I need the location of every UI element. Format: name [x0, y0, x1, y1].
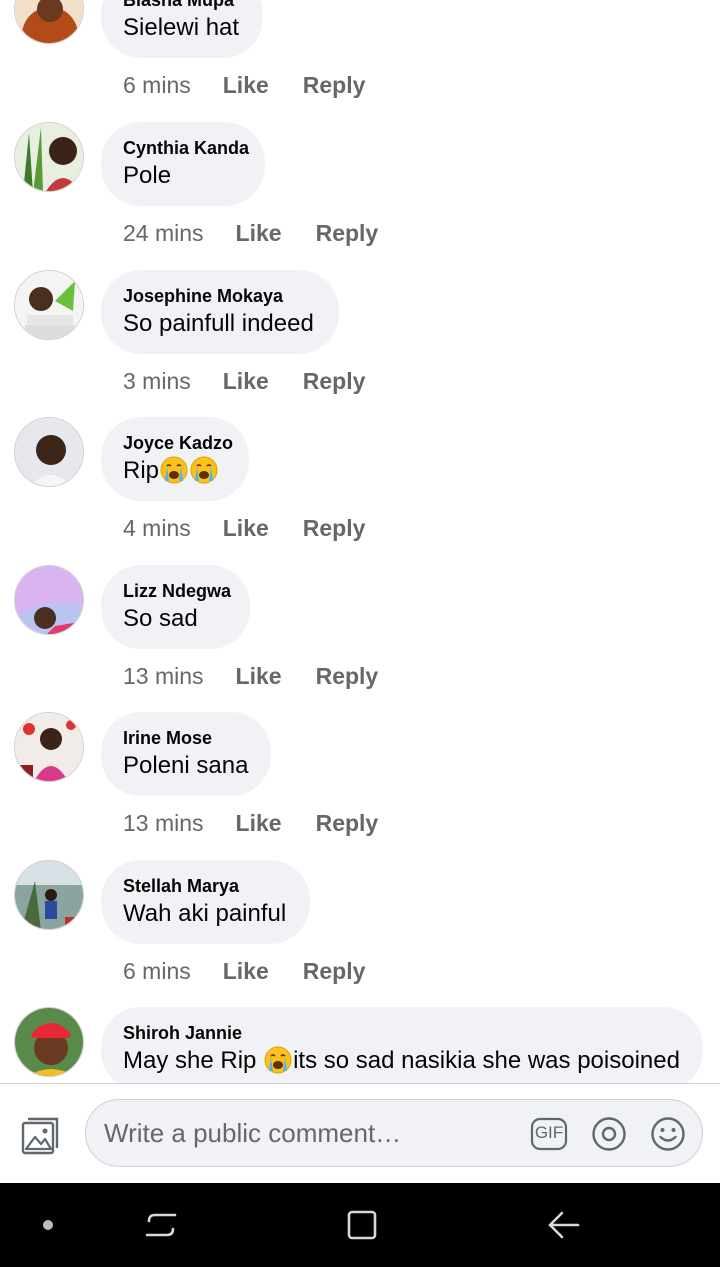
comment-meta: 13 mins Like Reply	[123, 810, 378, 837]
comment-text: Sielewi hat	[123, 14, 240, 41]
avatar[interactable]	[14, 1007, 84, 1077]
comment-text-part: May she Rip	[123, 1047, 264, 1074]
commenter-name[interactable]: Cynthia Kanda	[123, 138, 249, 159]
reply-button[interactable]: Reply	[316, 663, 379, 690]
comment-meta: 4 mins Like Reply	[123, 515, 365, 542]
comment-time[interactable]: 6 mins	[123, 72, 191, 99]
comment-time[interactable]: 24 mins	[123, 220, 204, 247]
comment-text: Pole	[123, 162, 172, 189]
recent-apps-icon[interactable]	[143, 1207, 179, 1243]
comment-bubble[interactable]: Biasha Mupa Sielewi hat	[101, 0, 263, 58]
reply-button[interactable]: Reply	[303, 72, 366, 99]
avatar[interactable]	[14, 565, 84, 635]
comment-meta: 6 mins Like Reply	[123, 958, 365, 985]
comment-time[interactable]: 3 mins	[123, 368, 191, 395]
like-button[interactable]: Like	[223, 958, 269, 985]
reply-button[interactable]: Reply	[303, 958, 366, 985]
android-navigation-bar	[0, 1183, 720, 1267]
comment-time[interactable]: 13 mins	[123, 663, 204, 690]
commenter-name[interactable]: Stellah Marya	[123, 876, 239, 897]
like-button[interactable]: Like	[223, 368, 269, 395]
comment-text-label: Rip	[123, 457, 160, 484]
avatar[interactable]	[14, 122, 84, 192]
comment-text: Wah aki painful	[123, 900, 287, 927]
crying-face-icon	[263, 1045, 293, 1075]
commenter-name[interactable]: Biasha Mupa	[123, 0, 234, 11]
comments-list: Biasha Mupa Sielewi hat 6 mins Like Reply …	[0, 0, 720, 1084]
reply-button[interactable]: Reply	[303, 368, 366, 395]
comment-text: May she Rip its so sad nasikia she was p…	[123, 1047, 680, 1075]
home-icon[interactable]	[344, 1207, 380, 1243]
comment-composer: GIF	[0, 1083, 720, 1183]
comment-bubble[interactable]: Joyce Kadzo Rip	[101, 417, 249, 501]
back-icon[interactable]	[546, 1207, 582, 1243]
comment-input-container[interactable]: GIF	[85, 1099, 703, 1167]
reply-button[interactable]: Reply	[316, 220, 379, 247]
comment-meta: 13 mins Like Reply	[123, 663, 378, 690]
comment-meta: 3 mins Like Reply	[123, 368, 365, 395]
like-button[interactable]: Like	[236, 663, 282, 690]
avatar[interactable]	[14, 712, 84, 782]
commenter-name[interactable]: Lizz Ndegwa	[123, 581, 231, 602]
comment-bubble[interactable]: Cynthia Kanda Pole	[101, 122, 265, 206]
avatar[interactable]	[14, 0, 84, 44]
comment-meta: 24 mins Like Reply	[123, 220, 378, 247]
reply-button[interactable]: Reply	[303, 515, 366, 542]
comment-text: Rip	[123, 457, 219, 485]
avatar[interactable]	[14, 860, 84, 930]
gif-label: GIF	[534, 1123, 564, 1142]
comment-time[interactable]: 4 mins	[123, 515, 191, 542]
gif-icon[interactable]: GIF	[530, 1115, 568, 1153]
comment-text-part: its so sad nasikia she was poisoined	[293, 1047, 680, 1074]
avatar[interactable]	[14, 270, 84, 340]
comment-meta: 6 mins Like Reply	[123, 72, 365, 99]
comment-input[interactable]	[104, 1100, 514, 1166]
comment-text: Poleni sana	[123, 752, 249, 779]
crying-face-icon	[159, 455, 189, 485]
comment-bubble[interactable]: Lizz Ndegwa So sad	[101, 565, 250, 649]
like-button[interactable]: Like	[223, 515, 269, 542]
dot-icon[interactable]	[30, 1207, 66, 1243]
like-button[interactable]: Like	[223, 72, 269, 99]
mention-icon[interactable]	[590, 1115, 628, 1153]
photo-icon[interactable]	[20, 1116, 60, 1156]
comment-bubble[interactable]: Stellah Marya Wah aki painful	[101, 860, 310, 944]
comment-time[interactable]: 6 mins	[123, 958, 191, 985]
like-button[interactable]: Like	[236, 220, 282, 247]
commenter-name[interactable]: Irine Mose	[123, 728, 212, 749]
commenter-name[interactable]: Joyce Kadzo	[123, 433, 233, 454]
avatar[interactable]	[14, 417, 84, 487]
comment-text: So sad	[123, 605, 198, 632]
crying-face-icon	[189, 455, 219, 485]
comment-bubble[interactable]: Josephine Mokaya So painfull indeed	[101, 270, 339, 354]
reply-button[interactable]: Reply	[316, 810, 379, 837]
like-button[interactable]: Like	[236, 810, 282, 837]
comment-text: So painfull indeed	[123, 310, 314, 337]
comment-bubble[interactable]: Irine Mose Poleni sana	[101, 712, 271, 796]
comment-time[interactable]: 13 mins	[123, 810, 204, 837]
commenter-name[interactable]: Josephine Mokaya	[123, 286, 283, 307]
emoji-icon[interactable]	[649, 1115, 687, 1153]
commenter-name[interactable]: Shiroh Jannie	[123, 1023, 242, 1044]
comment-bubble[interactable]: Shiroh Jannie May she Rip its so sad nas…	[101, 1007, 703, 1084]
